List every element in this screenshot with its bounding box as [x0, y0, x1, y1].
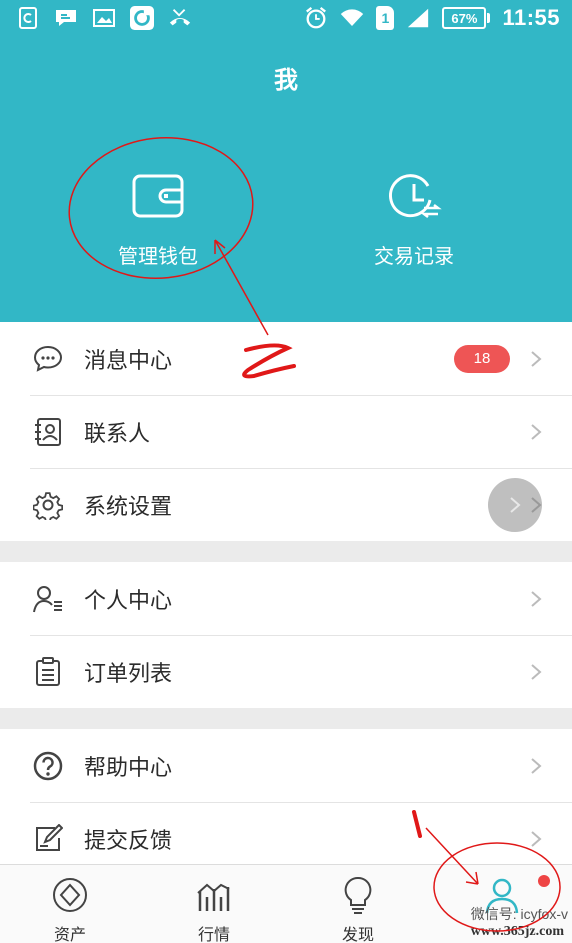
- user-list-icon: [30, 581, 66, 617]
- lightbulb-icon: [338, 875, 378, 915]
- clock-history-icon: [384, 168, 444, 228]
- chevron-right-icon: [531, 663, 542, 680]
- wifi-icon: [340, 6, 364, 30]
- page-title: 我: [274, 66, 298, 94]
- alarm-icon: [304, 6, 328, 30]
- chevron-right-icon: [531, 423, 542, 440]
- tab-label: 发现: [341, 925, 374, 943]
- signal-icon: [406, 6, 430, 30]
- status-bar: 1 67% 11:55: [0, 0, 572, 38]
- image-notification-icon: [92, 6, 116, 30]
- refresh-app-icon: [130, 6, 154, 30]
- chevron-right-icon: [531, 590, 542, 607]
- manage-wallet-label: 管理钱包: [118, 244, 198, 268]
- contacts-book-icon: [30, 414, 66, 450]
- tab-discover[interactable]: 发现: [308, 875, 408, 943]
- menu-label: 消息中心: [84, 348, 173, 374]
- menu-label: 提交反馈: [84, 828, 173, 854]
- profile-header: 我 管理钱包 交易记录: [0, 38, 572, 322]
- notification-dot: [538, 875, 550, 887]
- tab-assets[interactable]: 资产: [20, 875, 120, 943]
- clock: 11:55: [502, 5, 560, 30]
- missed-call-icon: [168, 6, 192, 30]
- gear-icon: [30, 487, 66, 523]
- chevron-right-icon: [531, 496, 542, 513]
- menu-group-2: 个人中心 订单列表: [0, 562, 572, 708]
- clipboard-list-icon: [30, 654, 66, 690]
- menu-label: 系统设置: [84, 494, 173, 520]
- menu-item-contacts[interactable]: 联系人: [0, 395, 572, 468]
- transaction-history-label: 交易记录: [374, 244, 454, 268]
- wallet-icon: [128, 168, 188, 228]
- message-notification-icon: [54, 6, 78, 30]
- menu-label: 订单列表: [84, 661, 173, 687]
- tab-label: 资产: [53, 925, 86, 943]
- menu-group-3: 帮助中心 提交反馈: [0, 729, 572, 865]
- chevron-right-icon: [531, 350, 542, 367]
- chat-bubble-icon: [30, 341, 66, 377]
- watermark-wechat: 微信号: icyfox-v: [470, 906, 568, 922]
- menu-label: 联系人: [84, 421, 151, 447]
- menu-item-feedback[interactable]: 提交反馈: [0, 802, 572, 865]
- sync-notification-icon: [16, 6, 40, 30]
- edit-note-icon: [30, 821, 66, 857]
- battery-level: 67%: [451, 10, 478, 26]
- menu-label: 帮助中心: [84, 755, 173, 781]
- unread-count-badge: 18: [454, 344, 510, 373]
- question-circle-icon: [30, 748, 66, 784]
- menu-item-help[interactable]: 帮助中心: [0, 729, 572, 802]
- manage-wallet-button[interactable]: 管理钱包: [58, 168, 258, 269]
- transaction-history-button[interactable]: 交易记录: [314, 168, 514, 269]
- battery-icon: 67%: [442, 7, 491, 29]
- menu-item-settings[interactable]: 系统设置: [0, 468, 572, 541]
- chevron-right-icon: [531, 757, 542, 774]
- menu-item-orders[interactable]: 订单列表: [0, 635, 572, 708]
- chevron-right-icon: [531, 830, 542, 847]
- diamond-coin-icon: [50, 875, 90, 915]
- menu-item-profile[interactable]: 个人中心: [0, 562, 572, 635]
- menu-group-1: 消息中心 18 联系人 系统设置: [0, 322, 572, 541]
- watermark-site: www.365jz.com: [470, 924, 564, 939]
- menu-label: 个人中心: [84, 588, 173, 614]
- tab-market[interactable]: 行情: [164, 875, 264, 943]
- tab-label: 行情: [197, 925, 230, 943]
- menu-item-messages[interactable]: 消息中心 18: [0, 322, 572, 395]
- bar-chart-icon: [194, 875, 234, 915]
- sim-card-icon: 1: [376, 6, 395, 30]
